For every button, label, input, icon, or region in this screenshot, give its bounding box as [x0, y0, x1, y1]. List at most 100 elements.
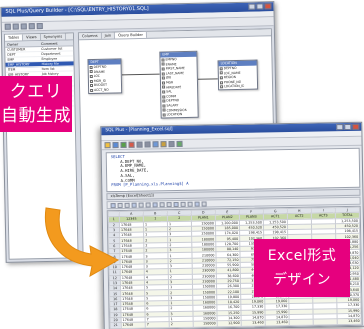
field-checkbox[interactable]	[219, 80, 224, 84]
tab-join[interactable]: Join	[101, 32, 116, 39]
callout-line: Excel形式	[267, 248, 337, 264]
field-checkbox[interactable]	[162, 113, 166, 117]
field-checkbox[interactable]	[161, 81, 166, 85]
field-checkbox[interactable]	[89, 70, 93, 74]
field-checkbox[interactable]	[161, 62, 165, 66]
close-icon[interactable]	[352, 123, 360, 130]
field-checkbox[interactable]	[162, 85, 166, 89]
tab-tables[interactable]: Tables	[4, 34, 24, 41]
cell[interactable]: 13,460	[241, 320, 266, 326]
toolbar-button-icon[interactable]	[136, 141, 143, 148]
tab-views[interactable]: Views	[23, 34, 41, 41]
toolbar-button-icon[interactable]	[144, 141, 151, 148]
field-name: LOCATION	[166, 112, 183, 117]
sheet-tool-icon[interactable]	[152, 202, 158, 208]
query-auto-callout: クエリ 自動生成	[0, 76, 72, 132]
maximize-icon[interactable]	[256, 3, 264, 10]
toolbar-button-icon[interactable]	[112, 141, 119, 149]
canvas-tabs: Columns Join Query Builder	[78, 29, 272, 41]
list-item-comment: History file	[41, 61, 59, 67]
tab-query-builder[interactable]: Query Builder	[115, 31, 147, 39]
field-checkbox[interactable]	[219, 76, 223, 80]
table-box[interactable]: LOCATION DEPTNO LOC_NAME REGION PHONE_NO LOCA…	[217, 59, 259, 91]
open-icon[interactable]	[12, 23, 19, 30]
field-checkbox[interactable]	[89, 74, 93, 79]
toolbar-button-icon[interactable]	[160, 141, 167, 148]
cell[interactable]	[289, 319, 314, 326]
cell[interactable]	[313, 318, 338, 325]
list-item-owner: CUSTOMER	[7, 47, 26, 52]
sql-editor[interactable]: SELECT A.DEPT_NO, A.EMP_NAME, A.HIRE_DAT…	[105, 147, 361, 193]
field-checkbox[interactable]	[89, 84, 94, 88]
callout-line: クエリ	[9, 82, 63, 102]
sheet-tool-icon[interactable]	[138, 202, 144, 208]
field-checkbox[interactable]	[219, 67, 223, 71]
excel-design-callout: Excel形式 デザイン	[254, 239, 350, 297]
table-box[interactable]: DEPT DEPTNO DNAME LOC MGR_ID BUDGET ACCT_NO	[87, 58, 123, 94]
cell[interactable]: 150000	[193, 321, 218, 327]
sheet-tool-icon[interactable]	[173, 201, 179, 208]
excel-window-title: SQL Plus - [Planning_Excel.sql]	[105, 127, 173, 134]
sheet-tool-icon[interactable]	[159, 202, 165, 208]
field-checkbox[interactable]	[90, 88, 94, 92]
field-checkbox[interactable]	[162, 95, 166, 99]
column-header-owner[interactable]: Owner	[5, 41, 39, 47]
cell[interactable]: 13,460	[265, 319, 290, 326]
window-controls	[248, 3, 272, 10]
sheet-tool-icon[interactable]	[180, 201, 186, 207]
callout-line: デザイン	[273, 272, 331, 288]
flow-arrow-icon	[44, 207, 120, 277]
field-checkbox[interactable]	[89, 79, 93, 83]
toolbar-button-icon[interactable]	[176, 140, 183, 147]
sheet-tool-icon[interactable]	[194, 201, 200, 207]
field-checkbox[interactable]	[161, 67, 165, 71]
field-checkbox[interactable]	[220, 85, 224, 89]
toolbar-button-icon[interactable]	[120, 141, 127, 148]
field-checkbox[interactable]	[162, 99, 166, 103]
column-header-comment[interactable]: Comment	[39, 40, 73, 46]
list-item-comment: Employee	[41, 56, 58, 62]
save-icon[interactable]	[20, 23, 27, 30]
minimize-icon[interactable]	[248, 3, 256, 10]
run-icon[interactable]	[28, 23, 35, 30]
table-field[interactable]: ACCT_NO	[89, 87, 121, 92]
field-name: ACCT_NO	[94, 87, 109, 92]
stop-icon[interactable]	[36, 23, 43, 30]
sheet-tool-icon[interactable]	[201, 201, 207, 207]
tab-synonyms[interactable]: Synonyms	[40, 33, 67, 41]
new-query-icon[interactable]	[4, 23, 11, 30]
close-icon[interactable]	[264, 3, 272, 10]
tab-columns[interactable]: Columns	[78, 32, 102, 40]
field-checkbox[interactable]	[161, 76, 165, 80]
field-checkbox[interactable]	[89, 65, 93, 69]
sheet-tool-icon[interactable]	[131, 202, 137, 208]
list-item-comment: Customer list	[41, 46, 63, 52]
field-checkbox[interactable]	[162, 104, 166, 108]
field-checkbox[interactable]	[219, 71, 223, 75]
toolbar-button-icon[interactable]	[152, 141, 159, 148]
sheet-tool-icon[interactable]	[166, 202, 172, 208]
arrow-shape	[44, 207, 120, 277]
maximize-icon[interactable]	[344, 123, 352, 131]
table-field[interactable]: LOCATION_ID	[219, 84, 257, 89]
cell[interactable]: 13,460	[337, 318, 362, 325]
toolbar-button-icon[interactable]	[168, 141, 175, 148]
field-checkbox[interactable]	[161, 72, 165, 76]
field-checkbox[interactable]	[161, 58, 165, 62]
list-item-owner: DEPT	[7, 52, 16, 57]
cell[interactable]: 7	[145, 321, 170, 328]
row-number[interactable]: 21	[110, 322, 122, 329]
field-checkbox[interactable]	[162, 90, 166, 94]
sheet-tool-icon[interactable]	[124, 202, 130, 208]
cell[interactable]: 17648	[121, 322, 146, 328]
table-box[interactable]: EMP EMPNO ENAME FIRST_NAME LAST_NAME JOB MGR HI…	[159, 50, 199, 119]
toolbar-button-icon[interactable]	[128, 141, 135, 148]
cell[interactable]: 12,900	[217, 320, 242, 327]
sheet-tool-icon[interactable]	[145, 202, 151, 208]
minimize-icon[interactable]	[336, 124, 344, 131]
sheet-tool-icon[interactable]	[187, 201, 193, 207]
field-checkbox[interactable]	[162, 108, 166, 112]
table-field[interactable]: LOCATION	[162, 112, 198, 117]
cell[interactable]: 2	[169, 321, 194, 328]
toolbar-button-icon[interactable]	[104, 142, 111, 149]
